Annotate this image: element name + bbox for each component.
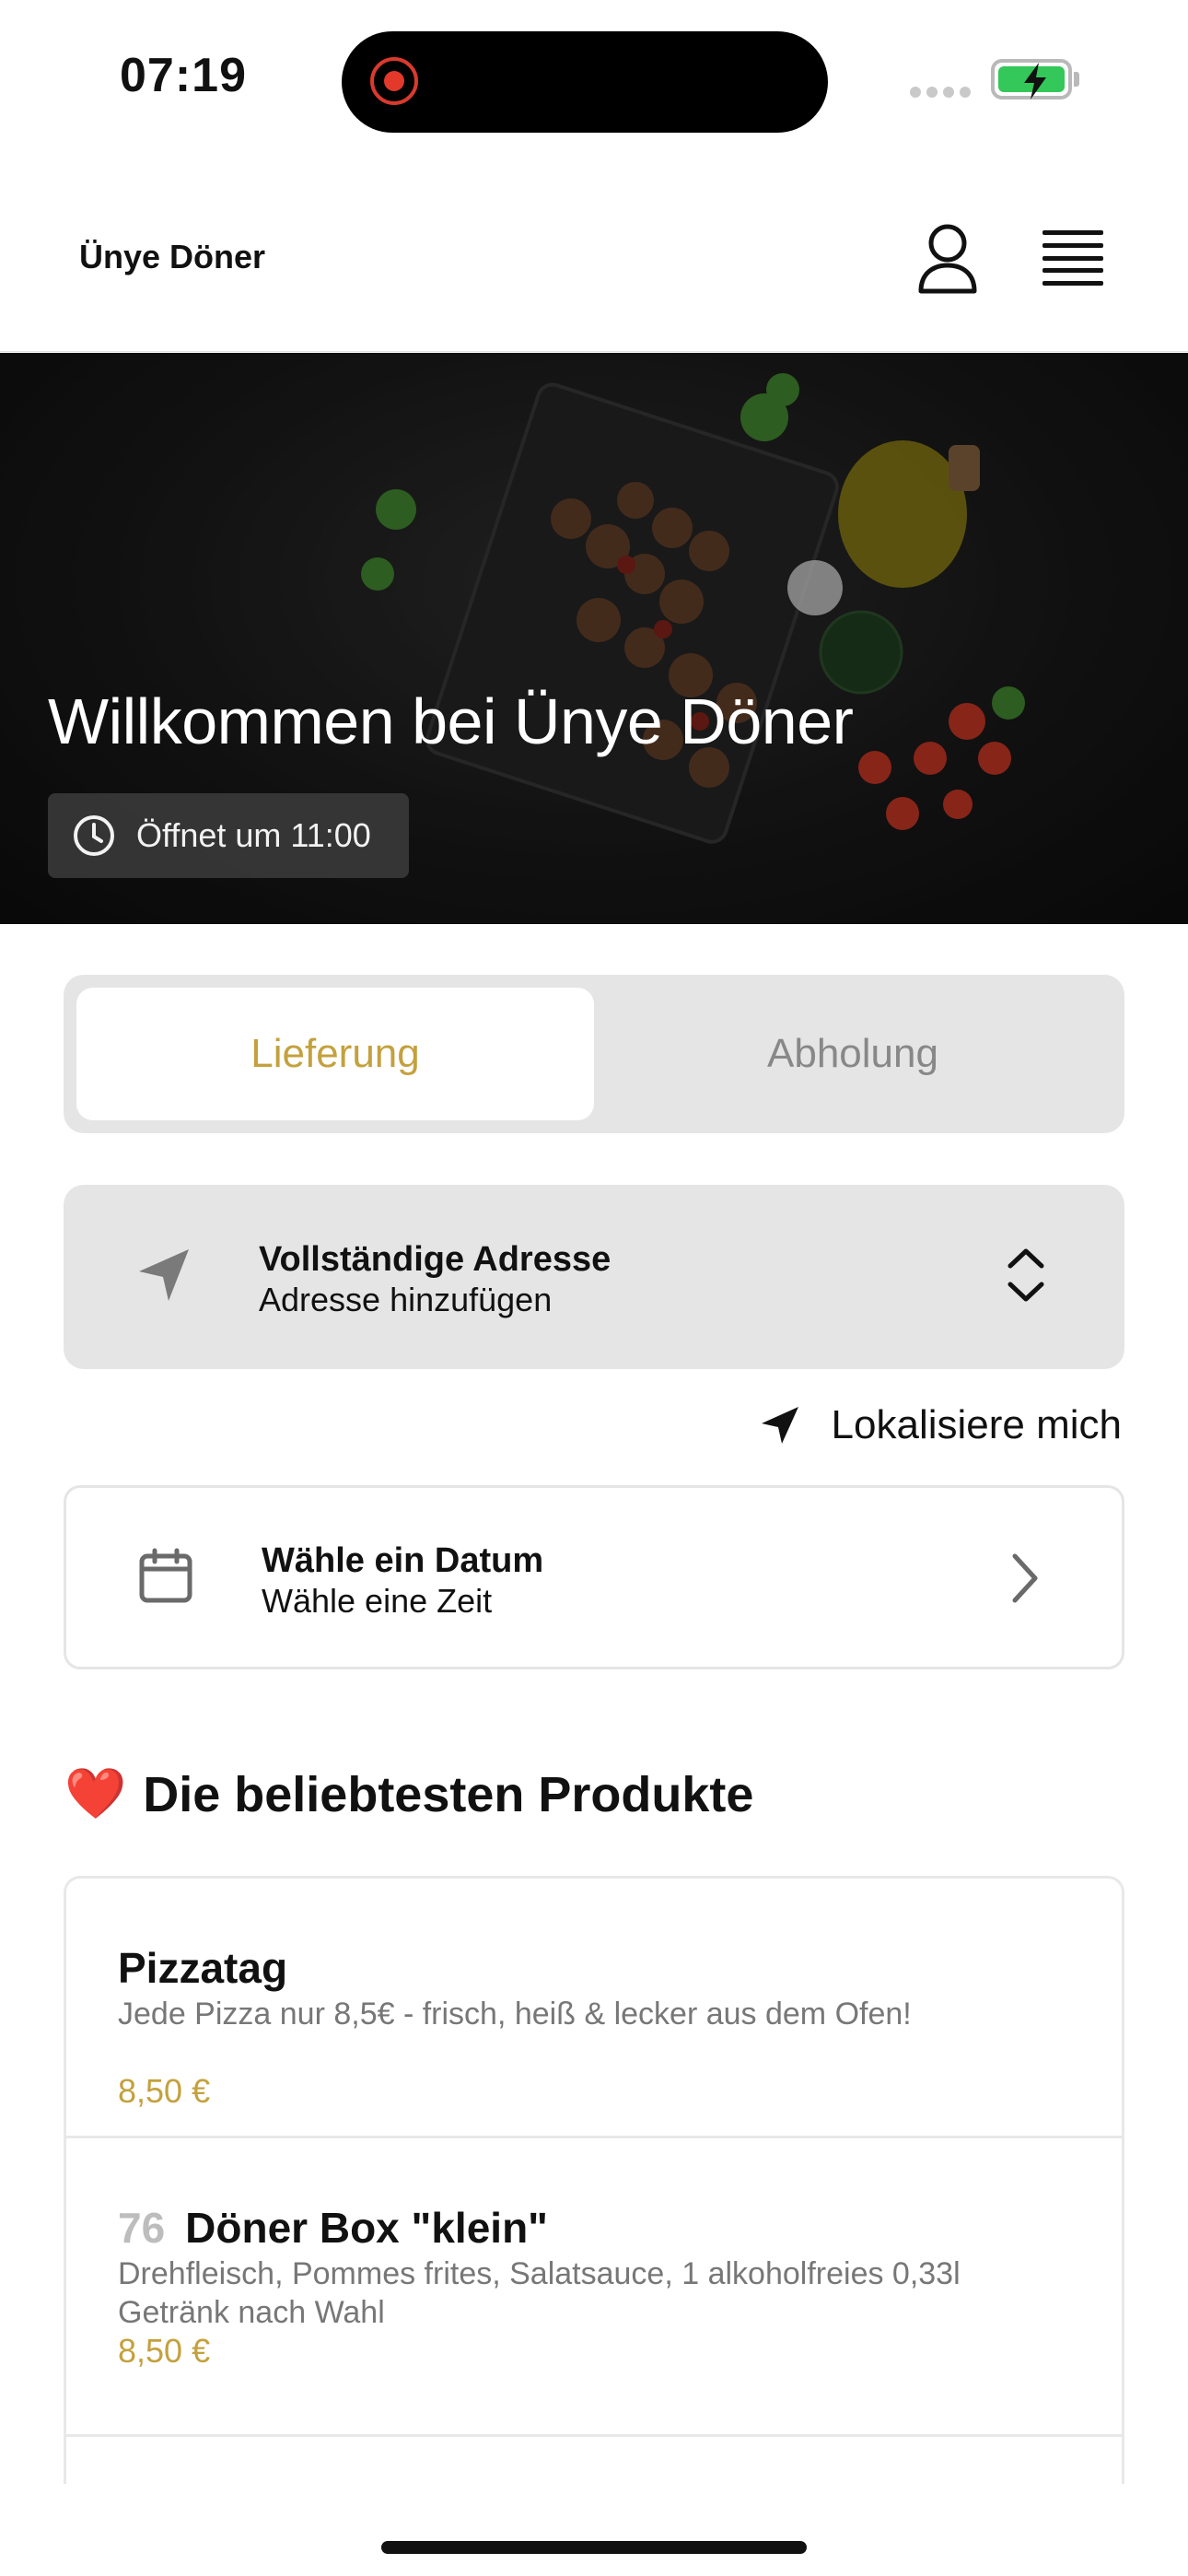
opening-hours-badge: Öffnet um 11:00 bbox=[48, 793, 409, 878]
clock-icon bbox=[74, 815, 114, 856]
order-mode-toggle: Lieferung Abholung bbox=[64, 975, 1124, 1133]
popular-products-title: Die beliebtesten Produkte bbox=[143, 1766, 754, 1822]
battery-cap bbox=[1074, 72, 1079, 87]
locate-me-button[interactable]: Lokalisiere mich bbox=[758, 1402, 1122, 1448]
home-indicator[interactable] bbox=[381, 2541, 807, 2554]
product-price: 8,50 € bbox=[118, 2072, 211, 2110]
battery-icon bbox=[991, 59, 1072, 100]
status-time: 07:19 bbox=[120, 49, 247, 102]
heart-icon: ❤️ bbox=[64, 1766, 127, 1821]
menu-icon[interactable] bbox=[1042, 230, 1103, 286]
recording-indicator-icon bbox=[370, 57, 418, 105]
locate-me-label: Lokalisiere mich bbox=[831, 1402, 1122, 1447]
product-name: Döner Box "klein" bbox=[185, 2204, 548, 2252]
app-screen: 07:19 Ünye Döner Willkommen bei Ünye Dön… bbox=[0, 0, 1188, 2576]
calendar-icon bbox=[139, 1548, 192, 1603]
product-price: 8,50 € bbox=[118, 2332, 211, 2370]
product-description: Drehfleisch, Pommes frites, Salatsauce, … bbox=[118, 2256, 961, 2330]
chevron-right-icon bbox=[1012, 1553, 1038, 1603]
brand-name[interactable]: Ünye Döner bbox=[79, 238, 265, 276]
popular-products-list: Pizzatag Jede Pizza nur 8,5€ - frisch, h… bbox=[64, 1876, 1124, 2484]
product-number: 76 bbox=[118, 2204, 166, 2252]
user-icon[interactable] bbox=[917, 223, 978, 295]
product-card[interactable]: 76 Döner Box "klein" Drehfleisch, Pommes … bbox=[66, 2138, 1122, 2437]
hero-banner: Willkommen bei Ünye Döner Öffnet um 11:0… bbox=[0, 353, 1188, 924]
product-description: Jede Pizza nur 8,5€ - frisch, heiß & lec… bbox=[118, 1996, 912, 2032]
cellular-signal-icon bbox=[910, 87, 971, 98]
hero-title: Willkommen bei Ünye Döner bbox=[48, 685, 854, 757]
navigation-arrow-icon bbox=[139, 1249, 189, 1301]
top-header: Ünye Döner bbox=[0, 175, 1188, 352]
address-title: Vollständige Adresse bbox=[259, 1240, 611, 1279]
opening-hours-text: Öffnet um 11:00 bbox=[136, 816, 371, 854]
tab-pickup-label: Abholung bbox=[767, 1031, 938, 1076]
schedule-date-title: Wähle ein Datum bbox=[262, 1541, 544, 1580]
tab-delivery[interactable]: Lieferung bbox=[76, 988, 594, 1120]
product-name: Pizzatag bbox=[118, 1944, 288, 1992]
schedule-time-subtitle: Wähle eine Zeit bbox=[262, 1582, 493, 1620]
address-selector[interactable]: Vollständige Adresse Adresse hinzufügen bbox=[64, 1185, 1124, 1369]
schedule-selector[interactable]: Wähle ein Datum Wähle eine Zeit bbox=[64, 1485, 1124, 1669]
location-arrow-icon bbox=[761, 1407, 798, 1444]
product-card[interactable]: Pizzatag Jede Pizza nur 8,5€ - frisch, h… bbox=[66, 1879, 1122, 2138]
tab-delivery-label: Lieferung bbox=[250, 1031, 420, 1076]
address-subtitle: Adresse hinzufügen bbox=[259, 1281, 553, 1318]
chevron-up-down-icon bbox=[1007, 1248, 1044, 1302]
tab-pickup[interactable]: Abholung bbox=[594, 988, 1112, 1120]
product-card[interactable] bbox=[66, 2437, 1122, 2484]
product-title: 76 Döner Box "klein" bbox=[118, 2203, 548, 2253]
popular-products-heading: ❤️ Die beliebtesten Produkte bbox=[64, 1765, 753, 1823]
